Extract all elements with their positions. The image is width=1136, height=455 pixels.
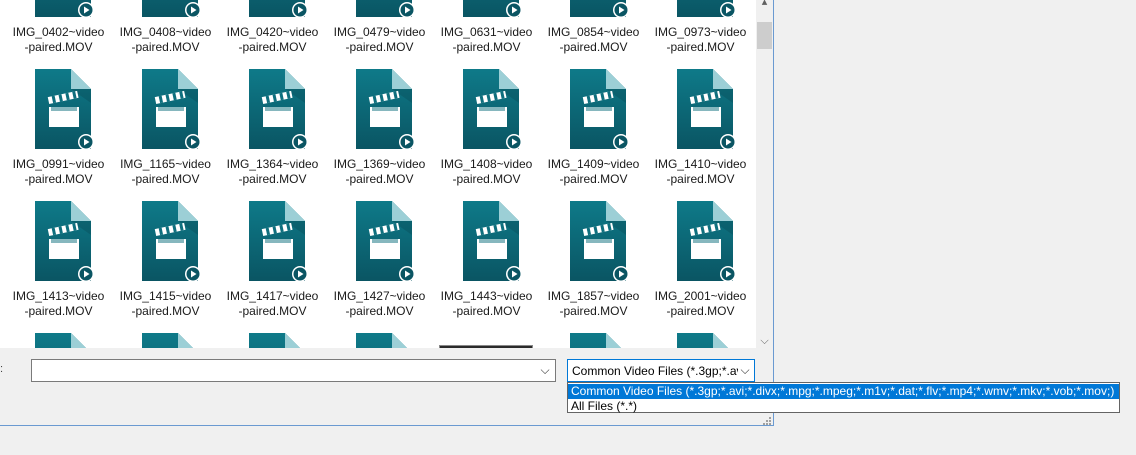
file-name-line2: -paired.MOV [452, 304, 521, 318]
filetype-option-common-video[interactable]: Common Video Files (*.3gp;*.avi;*.divx;*… [568, 384, 1119, 399]
file-name-line1: IMG_1413~video [12, 289, 105, 303]
file-name-line2: -paired.MOV [559, 304, 628, 318]
file-item[interactable]: IMG_1413~video -paired.MOV [5, 0, 112, 330]
video-file-icon [356, 201, 415, 282]
file-item[interactable]: IMG_1415~video -paired.MOV [112, 0, 219, 330]
scroll-thumb[interactable] [757, 22, 772, 49]
video-file-icon [142, 201, 201, 282]
filetype-option-all-files[interactable]: All Files (*.*) [568, 399, 1119, 414]
file-name-line2: -paired.MOV [666, 304, 735, 318]
file-list-pane[interactable]: IMG_0402~video -paired.MOV IMG_0408~video -… [0, 0, 756, 348]
file-name-line1: IMG_1427~video [333, 289, 426, 303]
scroll-up-arrow-icon[interactable]: ▴ [756, 0, 773, 11]
file-item[interactable]: IMG_1417~video -paired.MOV [219, 0, 326, 330]
file-name-line2: -paired.MOV [345, 304, 414, 318]
background-area [0, 427, 1136, 455]
file-name-line1: IMG_1443~video [440, 289, 533, 303]
video-file-icon [35, 201, 94, 282]
file-item[interactable]: IMG_1857~video -paired.MOV [540, 0, 647, 330]
filetype-combobox[interactable]: Common Video Files (*.3gp;*.avi;*.divx;*… [567, 359, 755, 382]
video-thumbnail[interactable] [439, 345, 533, 348]
video-file-icon [677, 201, 736, 282]
file-item[interactable]: IMG_1443~video -paired.MOV [433, 0, 540, 330]
file-name-line1: IMG_1857~video [547, 289, 640, 303]
file-name-line1: IMG_1417~video [226, 289, 319, 303]
filetype-dropdown-list[interactable]: Common Video Files (*.3gp;*.avi;*.divx;*… [567, 382, 1120, 413]
video-file-icon [249, 201, 308, 282]
video-file-icon[interactable] [31, 333, 95, 348]
resize-grip-icon[interactable] [760, 414, 772, 426]
file-name-line1: IMG_2001~video [654, 289, 747, 303]
file-name-line2: -paired.MOV [131, 304, 200, 318]
video-file-icon[interactable] [245, 333, 309, 348]
scroll-down-arrow-icon[interactable]: ⌵ [756, 333, 773, 350]
video-file-icon[interactable] [673, 333, 737, 348]
file-item[interactable]: IMG_1427~video -paired.MOV [326, 0, 433, 330]
video-file-icon[interactable] [138, 333, 202, 348]
chevron-down-icon[interactable]: ⌵ [739, 363, 751, 377]
file-grid: IMG_0402~video -paired.MOV IMG_0408~video -… [0, 0, 756, 348]
chevron-down-icon[interactable]: ⌵ [539, 363, 551, 377]
file-name-line1: IMG_1415~video [119, 289, 212, 303]
video-file-icon [463, 201, 522, 282]
video-file-icon[interactable] [566, 333, 630, 348]
video-file-icon [570, 201, 629, 282]
file-name-line2: -paired.MOV [24, 304, 93, 318]
file-open-dialog: IMG_0402~video -paired.MOV IMG_0408~video -… [0, 0, 774, 426]
video-file-icon[interactable] [352, 333, 416, 348]
vertical-scrollbar[interactable]: ▴ ⌵ [756, 0, 773, 348]
filename-combobox[interactable]: ⌵ [31, 359, 556, 382]
file-item[interactable]: IMG_2001~video -paired.MOV [647, 0, 754, 330]
filetype-selected-value: Common Video Files (*.3gp;*.avi;*.divx;*… [572, 364, 738, 378]
file-name-line2: -paired.MOV [238, 304, 307, 318]
filename-label: : [0, 363, 4, 375]
